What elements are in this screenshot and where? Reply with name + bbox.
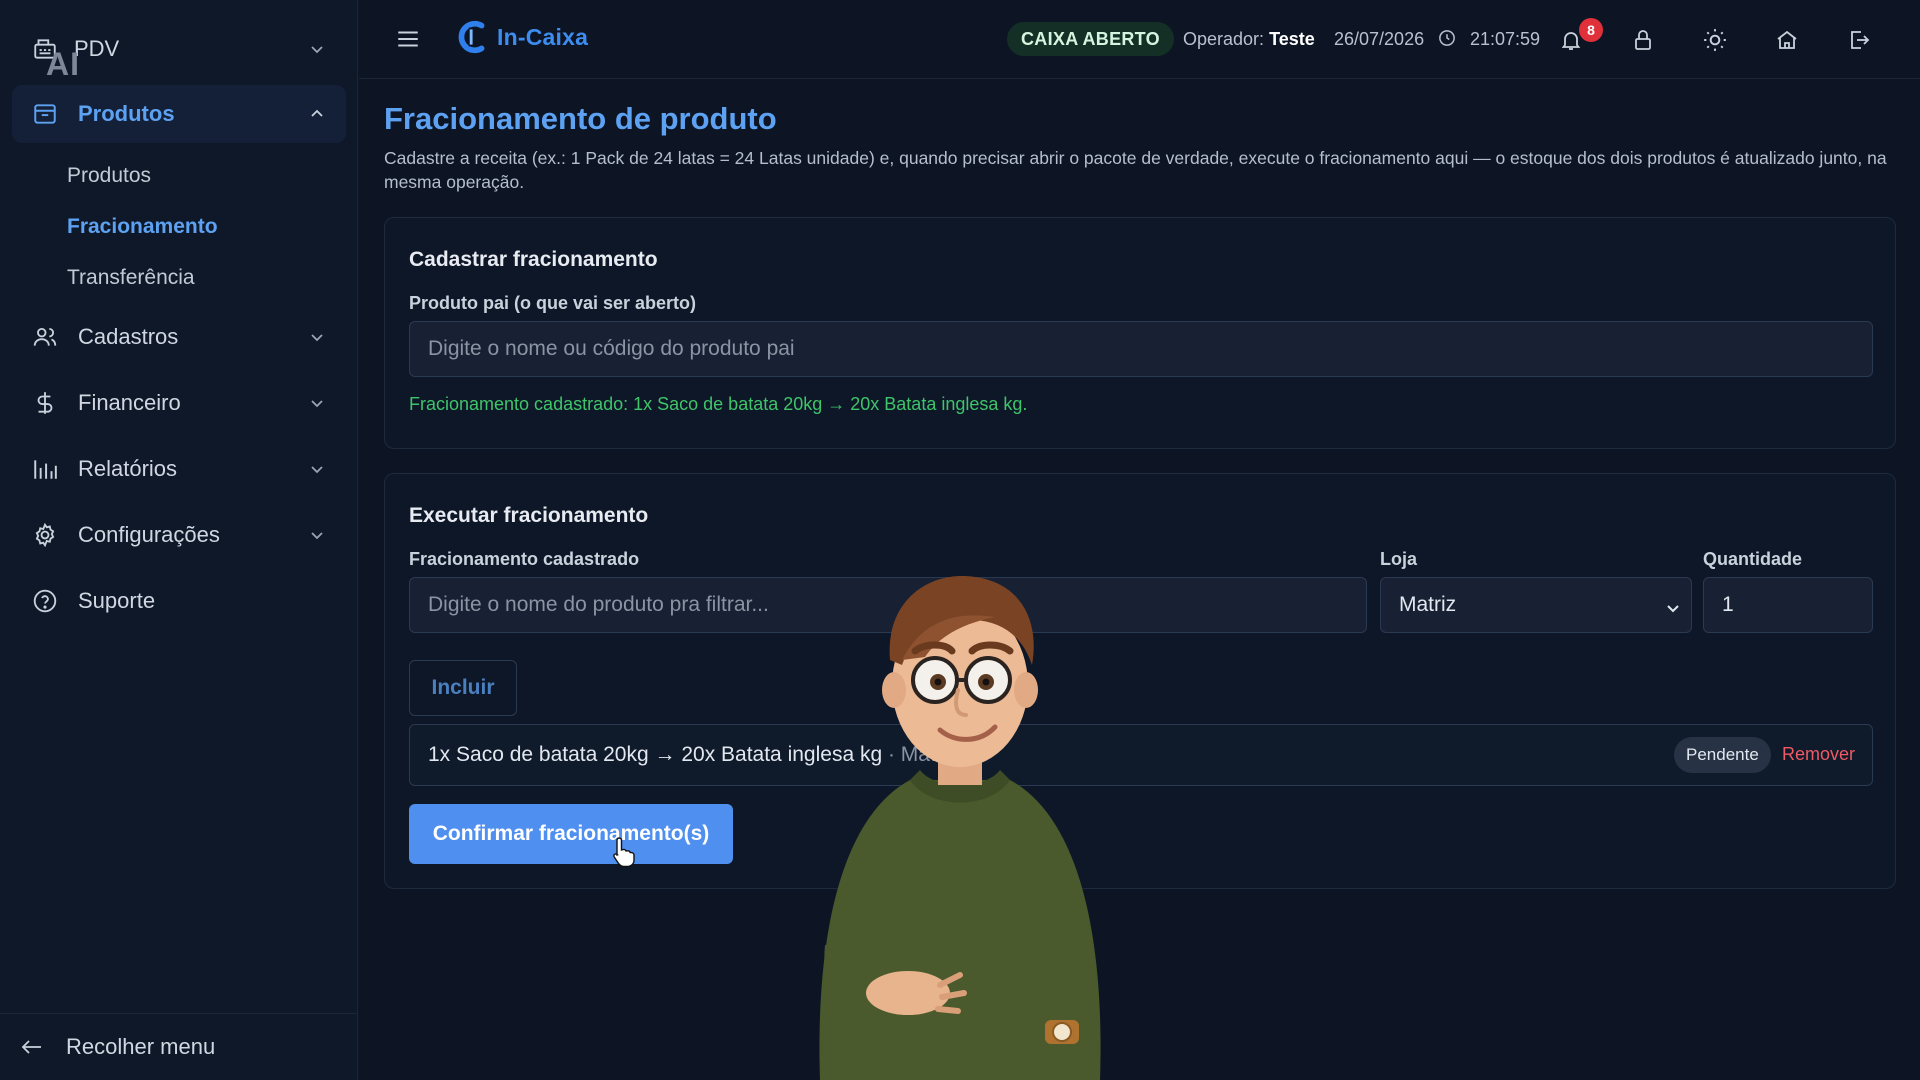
chevron-down-icon [308, 328, 326, 346]
home-icon[interactable] [1773, 26, 1801, 54]
chevron-down-icon [308, 460, 326, 478]
logo-text: In-Caixa [497, 23, 589, 50]
chevron-down-icon [308, 526, 326, 544]
sidebar-item-label: Configurações [78, 522, 220, 547]
quantity-label: Quantidade [1703, 549, 1803, 569]
sidebar-item-suporte[interactable]: Suporte [0, 572, 358, 630]
box-icon [31, 100, 59, 128]
gear-icon [31, 521, 59, 549]
sidebar-subitem-transferencia[interactable]: Transferência [67, 266, 195, 290]
topbar: In-Caixa CAIXA ABERTO Operador: Teste 26… [359, 0, 1920, 79]
registered-fraction-label: Fracionamento cadastrado [409, 549, 640, 569]
sidebar-item-label: Produtos [78, 101, 175, 126]
pending-fraction-row: 1x Saco de batata 20kg → 20x Batata ingl… [409, 724, 1873, 786]
help-circle-icon [31, 587, 59, 615]
sidebar-item-label: Financeiro [78, 390, 181, 415]
remove-link[interactable]: Remover [1782, 744, 1855, 765]
parent-product-label: Produto pai (o que vai ser aberto) [409, 293, 697, 313]
quantity-input[interactable]: 1 [1703, 577, 1873, 633]
operator-name: Teste [1269, 29, 1315, 49]
sidebar-item-label: Relatórios [78, 456, 178, 481]
sidebar-subitem-fracionamento[interactable]: Fracionamento [67, 215, 218, 239]
operator-label: Operador: [1183, 29, 1265, 49]
sidebar-item-produtos[interactable]: Produtos [12, 85, 346, 143]
dollar-icon [31, 389, 59, 417]
bar-chart-icon [31, 455, 59, 483]
operator-info: Operador: Teste [1183, 29, 1315, 50]
confirm-fraction-button[interactable]: Confirmar fracionamento(s) [409, 804, 733, 864]
chevron-down-icon [1665, 598, 1681, 622]
include-button[interactable]: Incluir [409, 660, 517, 716]
mouse-pointer-icon [613, 837, 635, 868]
success-message: Fracionamento cadastrado: 1x Saco de bat… [409, 394, 1028, 414]
store-select-value: Matriz [1399, 593, 1457, 616]
sidebar-item-label: PDV [74, 36, 120, 61]
current-date: 26/07/2026 [1334, 29, 1425, 49]
presenter-avatar [819, 576, 1101, 1080]
lock-icon[interactable] [1629, 26, 1657, 54]
sidebar-subitem-produtos[interactable]: Produtos [67, 164, 151, 188]
register-card-title: Cadastrar fracionamento [409, 248, 658, 271]
clock-icon [1438, 29, 1456, 52]
menu-icon[interactable] [395, 26, 421, 52]
sidebar-item-cadastros[interactable]: Cadastros [0, 308, 358, 366]
notification-count-badge: 8 [1579, 18, 1603, 42]
app-logo[interactable]: In-Caixa [455, 18, 588, 56]
status-pill: Pendente [1674, 737, 1771, 773]
users-icon [31, 323, 59, 351]
sidebar-item-label: Cadastros [78, 324, 179, 349]
register-card: Cadastrar fracionamento Produto pai (o q… [384, 217, 1896, 449]
page-description: Cadastre a receita (ex.: 1 Pack de 24 la… [384, 148, 1887, 192]
sun-icon[interactable] [1701, 26, 1729, 54]
status-badge: CAIXA ABERTO [1007, 22, 1174, 56]
collapse-menu-label: Recolher menu [66, 1034, 216, 1059]
arrow-left-icon [20, 1035, 44, 1064]
store-select[interactable]: Matriz [1380, 577, 1692, 633]
parent-product-input[interactable]: Digite o nome ou código do produto pai [409, 321, 1873, 377]
collapse-menu-button[interactable]: Recolher menu [0, 1013, 358, 1080]
ai-badge: AI [46, 46, 80, 82]
current-time: 21:07:59 [1470, 29, 1541, 49]
chevron-up-icon [308, 105, 326, 123]
execute-card-title: Executar fracionamento [409, 504, 649, 527]
logout-icon[interactable] [1845, 26, 1873, 54]
sidebar-item-label: Suporte [78, 588, 156, 613]
logo-mark-icon [458, 20, 485, 54]
execute-card: Executar fracionamento Fracionamento cad… [384, 473, 1896, 889]
sidebar-item-relatorios[interactable]: Relatórios [0, 440, 358, 498]
chevron-down-icon [308, 40, 326, 58]
sidebar-item-configuracoes[interactable]: Configurações [0, 506, 358, 564]
sidebar-item-financeiro[interactable]: Financeiro [0, 374, 358, 432]
chevron-down-icon [308, 394, 326, 412]
store-label: Loja [1380, 549, 1418, 569]
sidebar: PDV AI Produtos Produtos Fracionamento T… [0, 0, 358, 1080]
page-title: Fracionamento de produto [384, 101, 777, 136]
